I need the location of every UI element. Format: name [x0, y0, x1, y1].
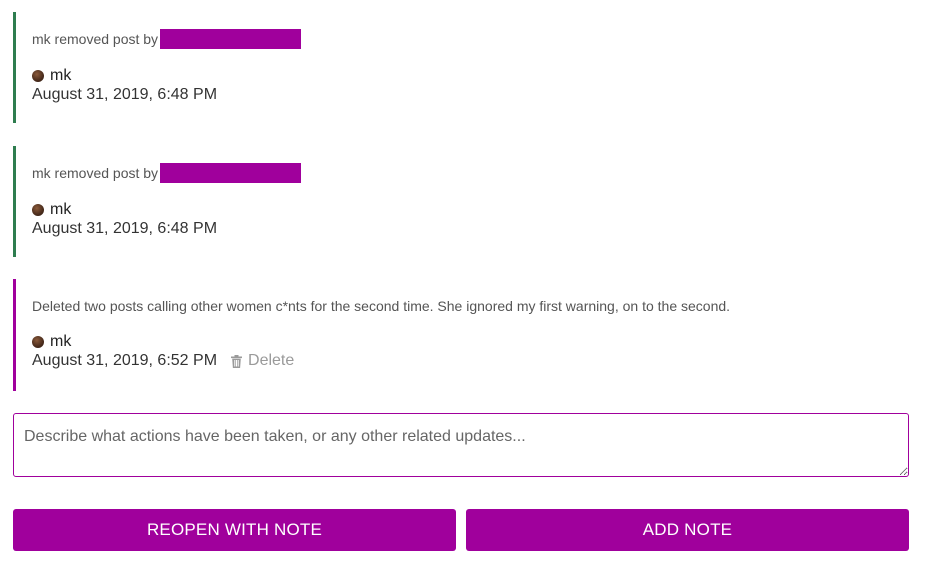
note-author: mk [32, 201, 913, 219]
avatar [32, 70, 44, 82]
redacted-username [160, 163, 302, 183]
note-timestamp: August 31, 2019, 6:48 PM [32, 220, 218, 237]
note-item: Deleted two posts calling other women c*… [13, 279, 913, 391]
note-text: mk removed post by [32, 29, 913, 49]
note-timestamp-row: August 31, 2019, 6:48 PM [32, 219, 913, 239]
add-note-label: Add note [642, 520, 733, 539]
reopen-with-note-button[interactable]: Reopen with note [13, 509, 456, 551]
note-timestamp-row: August 31, 2019, 6:48 PM [32, 85, 913, 105]
reopen-with-note-label: Reopen with note [146, 520, 323, 539]
note-item: mk removed post by mk August 31, 2019, 6… [13, 146, 913, 257]
note-timestamp: August 31, 2019, 6:48 PM [32, 86, 218, 103]
trash-icon [231, 354, 243, 368]
note-text: mk removed post by [32, 163, 913, 183]
note-text-content: mk removed post by [32, 31, 159, 47]
delete-label: Delete [248, 352, 295, 369]
author-name: mk [50, 67, 72, 84]
note-author: mk [32, 67, 913, 85]
add-note-button[interactable]: Add note [466, 509, 909, 551]
note-timestamp: August 31, 2019, 6:52 PM [32, 352, 218, 369]
author-name: mk [50, 333, 72, 350]
avatar [32, 336, 44, 348]
note-item: mk removed post by mk August 31, 2019, 6… [13, 12, 913, 123]
delete-note-button[interactable]: Delete [231, 351, 294, 371]
note-input[interactable] [13, 413, 909, 477]
author-name: mk [50, 201, 72, 218]
note-text-content: mk removed post by [32, 165, 159, 181]
redacted-username [160, 29, 302, 49]
note-timestamp-row: August 31, 2019, 6:52 PM Delete [32, 351, 913, 371]
notes-feed: mk removed post by mk August 31, 2019, 6… [0, 0, 945, 569]
note-author: mk [32, 333, 913, 351]
note-text-content: Deleted two posts calling other women c*… [32, 298, 731, 314]
avatar [32, 204, 44, 216]
note-text: Deleted two posts calling other women c*… [32, 297, 913, 315]
